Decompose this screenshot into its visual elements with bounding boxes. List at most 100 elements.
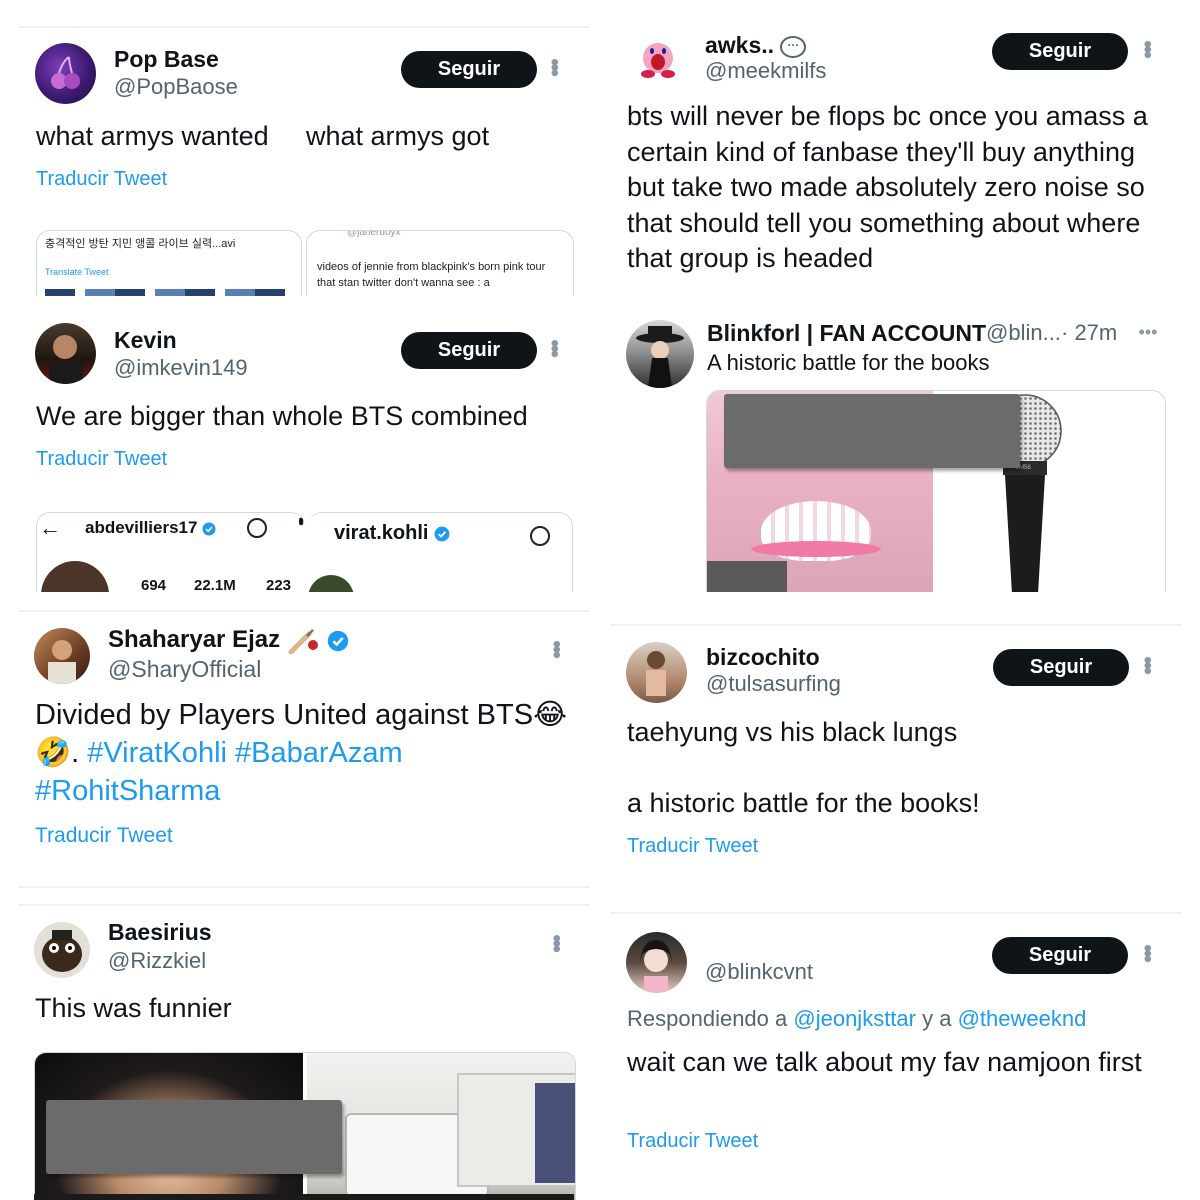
tweet-bizcochito: bizcochito @tulsasurfing Seguir ••• taeh… bbox=[610, 624, 1182, 890]
hashtag-rohitsharma[interactable]: #RohitSharma bbox=[35, 775, 220, 807]
tweet-sharyar: Shaharyar Ejaz @SharyOfficial ••• Divide… bbox=[18, 610, 590, 890]
profile-username-text: virat.kohli bbox=[334, 522, 429, 544]
tweet-text: This was funnier bbox=[35, 993, 232, 1023]
follow-button[interactable]: Seguir bbox=[401, 51, 537, 88]
avatar[interactable] bbox=[34, 922, 90, 978]
display-name[interactable]: bizcochito bbox=[706, 644, 820, 671]
handle[interactable]: @meekmilfs bbox=[705, 58, 826, 84]
truck-panel bbox=[535, 1083, 575, 1183]
reply-user-link[interactable]: @theweeknd bbox=[958, 1006, 1087, 1031]
media-right-handle: @janeruoyx bbox=[347, 230, 401, 238]
display-name[interactable]: Kevin bbox=[114, 327, 177, 354]
verified-badge-icon bbox=[202, 522, 216, 536]
timestamp[interactable]: · 27m bbox=[1061, 320, 1117, 346]
redaction-box bbox=[724, 394, 1020, 468]
handle[interactable]: @tulsasurfing bbox=[706, 671, 841, 697]
follow-button[interactable]: Seguir bbox=[993, 649, 1129, 686]
handle[interactable]: @Rizzkiel bbox=[108, 948, 206, 974]
more-icon[interactable]: ••• bbox=[543, 934, 570, 950]
tweet-blinkforl: Blinkforl | FAN ACCOUNT @blin... · 27m •… bbox=[610, 304, 1182, 592]
bottom-strip bbox=[34, 1194, 574, 1200]
tweet-text-right: what armys got bbox=[306, 121, 490, 151]
tweet-text: bts will never be flops bc once you amas… bbox=[627, 101, 1148, 273]
media-left-image bbox=[45, 289, 295, 296]
media-photo-right bbox=[307, 1053, 575, 1200]
avatar[interactable] bbox=[634, 36, 682, 84]
more-icon[interactable]: ••• bbox=[1134, 944, 1161, 960]
dress-hem bbox=[751, 541, 881, 557]
speech-bubble-icon: ··· bbox=[780, 35, 807, 58]
reply-user-link[interactable]: @jeonjksttar bbox=[793, 1006, 916, 1031]
media-left-text: 충격적인 방탄 지민 앵콜 라이브 실력...avi bbox=[45, 238, 236, 250]
hashtag-viratkohli[interactable]: #ViratKohli bbox=[87, 737, 227, 769]
avatar[interactable] bbox=[34, 628, 90, 684]
display-name[interactable]: Pop Base bbox=[114, 46, 219, 73]
tweet-text: A historic battle for the books bbox=[707, 350, 990, 375]
column-gutter bbox=[600, 0, 601, 1200]
more-icon[interactable]: ••• bbox=[541, 339, 568, 355]
stat-following: 223 bbox=[266, 577, 292, 592]
redaction-box bbox=[46, 1100, 342, 1174]
top-divider bbox=[18, 610, 590, 612]
cherry-logo-icon bbox=[51, 56, 80, 89]
top-divider bbox=[610, 624, 1182, 626]
top-divider bbox=[18, 904, 590, 906]
media-right-text: videos of jennie from blackpink's born p… bbox=[317, 261, 546, 289]
avatar[interactable] bbox=[626, 642, 687, 703]
back-arrow-icon[interactable]: ← bbox=[39, 515, 61, 541]
stat-posts: 694 bbox=[141, 577, 167, 592]
verified-badge-icon bbox=[434, 526, 450, 542]
verified-badge-icon bbox=[328, 630, 349, 651]
person-photo-icon bbox=[640, 940, 672, 993]
more-icon[interactable]: ••• bbox=[1128, 320, 1168, 344]
handle[interactable]: @PopBaose bbox=[114, 74, 238, 100]
translate-link[interactable]: Traducir Tweet bbox=[36, 168, 167, 191]
media-left[interactable]: 충격적인 방탄 지민 앵콜 라이브 실력...avi Translate Twe… bbox=[36, 230, 302, 296]
translate-link[interactable]: Traducir Tweet bbox=[627, 1130, 758, 1153]
tweet-kevin: Kevin @imkevin149 Seguir ••• We are bigg… bbox=[18, 310, 590, 592]
translate-link[interactable]: Traducir Tweet bbox=[35, 824, 173, 848]
cricket-bat-icon bbox=[288, 628, 318, 654]
top-divider bbox=[610, 912, 1182, 914]
more-icon[interactable]: ••• bbox=[543, 640, 570, 656]
more-icon[interactable]: ••• bbox=[541, 58, 568, 74]
follow-button[interactable]: Seguir bbox=[992, 33, 1128, 70]
media-left[interactable]: ← abdevilliers17 ••• 694 22.1M 223 bbox=[36, 512, 305, 592]
handle[interactable]: @blin... bbox=[986, 320, 1061, 346]
notification-bell-icon[interactable] bbox=[247, 518, 267, 538]
notification-bell-icon[interactable] bbox=[530, 526, 550, 546]
handle[interactable]: @imkevin149 bbox=[114, 355, 248, 381]
handle[interactable]: @SharyOfficial bbox=[108, 656, 261, 683]
display-name[interactable]: Baesirius bbox=[108, 919, 212, 946]
profile-photo bbox=[308, 575, 354, 592]
translate-link[interactable]: Traducir Tweet bbox=[36, 448, 167, 471]
translate-link[interactable]: Traducir Tweet bbox=[627, 835, 758, 858]
handle[interactable]: @blinkcvnt bbox=[705, 959, 813, 985]
hashtag-babarazam[interactable]: #BabarAzam bbox=[235, 737, 403, 769]
reply-prefix: Respondiendo a bbox=[627, 1006, 788, 1031]
profile-photo bbox=[41, 561, 109, 592]
avatar[interactable] bbox=[626, 320, 694, 388]
display-name[interactable]: Shaharyar Ejaz bbox=[108, 626, 349, 654]
media-right[interactable]: virat.kohli bbox=[308, 512, 573, 592]
person-photo-icon bbox=[48, 640, 76, 684]
media-right[interactable]: @janeruoyx videos of jennie from blackpi… bbox=[306, 230, 574, 296]
top-divider bbox=[18, 26, 590, 28]
follow-button[interactable]: Seguir bbox=[992, 937, 1128, 974]
profile-username-text: abdevilliers17 bbox=[85, 518, 198, 537]
person-photo-icon bbox=[646, 651, 666, 696]
avatar[interactable] bbox=[626, 932, 687, 993]
more-icon[interactable]: ••• bbox=[1134, 656, 1161, 672]
more-icon[interactable]: ••• bbox=[1134, 40, 1161, 56]
display-name[interactable]: awks.. ··· bbox=[705, 32, 807, 59]
follow-button[interactable]: Seguir bbox=[401, 332, 537, 369]
more-vertical-icon[interactable]: ••• bbox=[291, 517, 305, 522]
reply-context: Respondiendo a @jeonjksttar y a @theweek… bbox=[627, 1006, 1086, 1032]
kirby-icon bbox=[641, 43, 675, 78]
avatar[interactable] bbox=[35, 323, 96, 384]
camera-shape bbox=[707, 561, 787, 592]
tweet-text: We are bigger than whole BTS combined bbox=[36, 401, 528, 431]
display-name[interactable]: Blinkforl | FAN ACCOUNT bbox=[707, 320, 986, 347]
tweet-text-left: what armys wanted bbox=[36, 121, 269, 151]
avatar[interactable] bbox=[35, 43, 96, 104]
